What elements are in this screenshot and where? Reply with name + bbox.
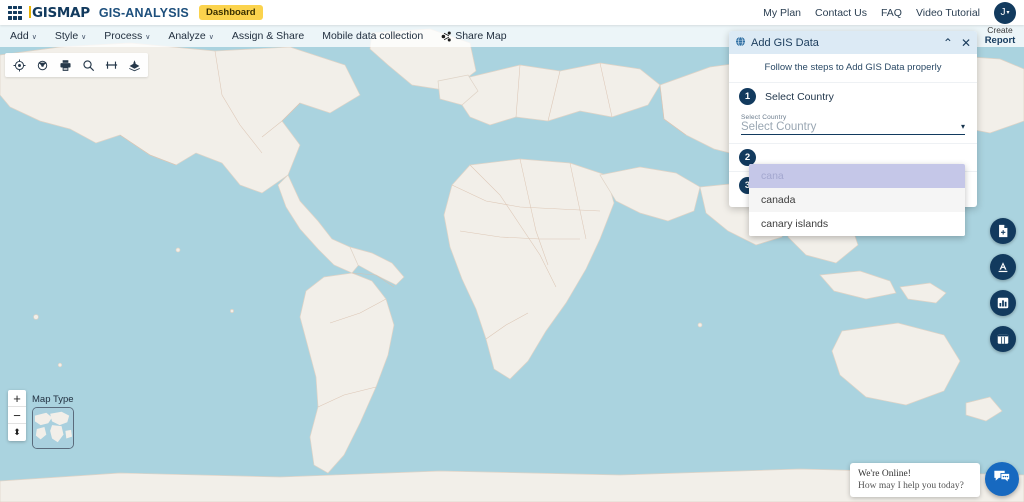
step-row-1: 1 Select Country: [729, 82, 977, 110]
menu-process-label: Process: [104, 30, 142, 42]
chart-icon[interactable]: [990, 290, 1016, 316]
zoom-in-button[interactable]: +: [8, 390, 26, 407]
grid-apps-icon[interactable]: [8, 6, 22, 20]
add-document-icon[interactable]: [990, 218, 1016, 244]
chevron-down-icon: ∨: [81, 33, 86, 41]
layers-upload-icon[interactable]: [124, 55, 144, 75]
chevron-down-icon: ∨: [145, 33, 150, 41]
menu-process[interactable]: Process ∨: [95, 25, 159, 47]
right-action-rail: [990, 218, 1016, 352]
menu-style[interactable]: Style ∨: [46, 25, 95, 47]
menu-add[interactable]: Add ∨: [0, 25, 46, 47]
add-text-annotation-icon[interactable]: [990, 254, 1016, 280]
select-country-input[interactable]: Select Country ▾: [741, 121, 965, 135]
avatar-initial: J: [1000, 7, 1005, 18]
menu-share-map-label: Share Map: [455, 30, 506, 42]
step-number-1: 1: [739, 88, 756, 105]
menu-assign-share[interactable]: Assign & Share: [223, 25, 313, 47]
collapse-icon[interactable]: ⌃: [943, 37, 953, 49]
step-label-1: Select Country: [765, 91, 834, 103]
measure-icon[interactable]: [101, 55, 121, 75]
zoom-controls: + − ⬍: [8, 390, 26, 441]
map-type-thumbnail[interactable]: [32, 407, 74, 449]
chevron-down-icon: ∨: [209, 33, 214, 41]
zoom-out-button[interactable]: −: [8, 407, 26, 424]
menu-analyze-label: Analyze: [168, 30, 205, 42]
select-country-float-label: Select Country: [741, 114, 965, 121]
print-icon[interactable]: [55, 55, 75, 75]
share-nodes-icon: [441, 31, 452, 42]
app-header: GISMAP GIS-ANALYSIS Dashboard My Plan Co…: [0, 0, 1024, 25]
dashboard-badge[interactable]: Dashboard: [199, 5, 263, 20]
chat-bubbles-icon: [993, 468, 1011, 491]
gps-fix-icon[interactable]: [32, 55, 52, 75]
map-type-label: Map Type: [32, 394, 74, 405]
search-icon[interactable]: [78, 55, 98, 75]
globe-icon: [735, 34, 746, 52]
chevron-down-icon: ▾: [961, 122, 965, 131]
chat-toggle-button[interactable]: [985, 462, 1019, 496]
select-country-field-wrap: Select Country Select Country ▾: [729, 110, 977, 143]
brand-logo[interactable]: GISMAP: [29, 5, 90, 21]
country-dropdown-list[interactable]: cana canada canary islands: [749, 164, 965, 236]
dropdown-option-canada[interactable]: canada: [749, 188, 965, 212]
close-icon[interactable]: ✕: [961, 37, 971, 49]
chat-status-text: We're Online!: [858, 469, 972, 479]
nav-video-tutorial[interactable]: Video Tutorial: [916, 7, 980, 19]
user-avatar-menu[interactable]: J ▾: [994, 2, 1016, 24]
menu-analyze[interactable]: Analyze ∨: [159, 25, 222, 47]
nav-faq[interactable]: FAQ: [881, 7, 902, 19]
panel-header: Add GIS Data ⌃ ✕: [729, 31, 977, 54]
menu-style-label: Style: [55, 30, 78, 42]
dropdown-option-cana[interactable]: cana: [749, 164, 965, 188]
dropdown-option-canary-islands[interactable]: canary islands: [749, 212, 965, 236]
chevron-down-icon: ∨: [32, 33, 37, 41]
map-toolbar: [5, 53, 148, 77]
menu-mobile-data-collection-label: Mobile data collection: [322, 30, 423, 42]
panel-title: Add GIS Data: [751, 37, 943, 49]
select-country-placeholder: Select Country: [741, 121, 816, 133]
locate-target-icon[interactable]: [9, 55, 29, 75]
chat-prompt-text: How may I help you today?: [858, 481, 972, 491]
app-name: GIS-ANALYSIS: [99, 6, 189, 20]
table-icon[interactable]: [990, 326, 1016, 352]
create-report-line2: Report: [985, 35, 1016, 46]
menu-mobile-data-collection[interactable]: Mobile data collection: [313, 25, 432, 47]
header-nav: My Plan Contact Us FAQ Video Tutorial J …: [763, 2, 1024, 24]
chevron-down-icon: ▾: [1006, 9, 1009, 16]
nav-contact-us[interactable]: Contact Us: [815, 7, 867, 19]
add-gis-data-panel: Add GIS Data ⌃ ✕ Follow the steps to Add…: [729, 31, 977, 207]
menu-add-label: Add: [10, 30, 29, 42]
panel-header-actions: ⌃ ✕: [943, 37, 971, 49]
menu-assign-share-label: Assign & Share: [232, 30, 304, 42]
app-root: GISMAP GIS-ANALYSIS Dashboard My Plan Co…: [0, 0, 1024, 502]
nav-my-plan[interactable]: My Plan: [763, 7, 801, 19]
tilt-compass-button[interactable]: ⬍: [8, 424, 26, 441]
create-report-button[interactable]: Create Report: [978, 26, 1022, 47]
map-type-switcher[interactable]: Map Type: [32, 394, 74, 449]
menu-share-map[interactable]: Share Map: [432, 25, 515, 47]
panel-subtitle: Follow the steps to Add GIS Data properl…: [729, 54, 977, 82]
mini-map-icon: [33, 408, 73, 448]
chat-greeting-bubble[interactable]: We're Online! How may I help you today?: [850, 463, 980, 497]
